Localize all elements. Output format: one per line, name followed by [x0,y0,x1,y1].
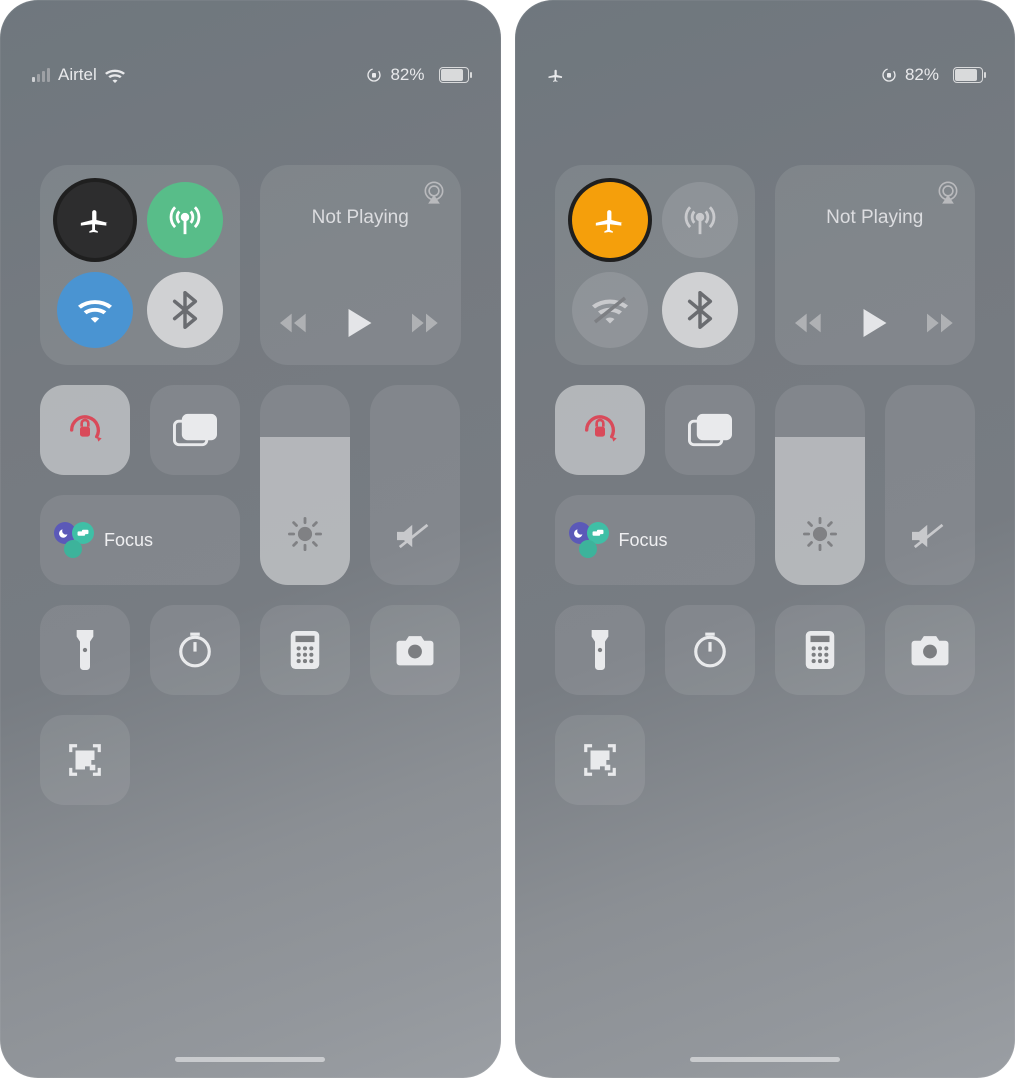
timer-icon [176,631,214,669]
focus-button[interactable]: Focus [40,495,240,585]
battery-icon [947,67,983,83]
airplay-icon[interactable] [935,179,961,205]
rewind-button[interactable] [280,312,308,334]
airplane-mode-button[interactable] [572,182,648,258]
calculator-button[interactable] [775,605,865,695]
qr-scanner-button[interactable] [40,715,130,805]
home-indicator[interactable] [690,1057,840,1062]
wifi-off-icon [592,296,628,324]
flashlight-icon [588,630,612,670]
carrier-label: Airtel [58,65,97,85]
mirroring-icon [173,413,217,447]
status-bar: 82% [515,0,1015,150]
play-button[interactable] [348,309,372,337]
camera-icon [910,634,950,666]
focus-label: Focus [104,530,153,551]
orientation-lock-button[interactable] [555,385,645,475]
battery-percent: 82% [390,65,424,85]
camera-button[interactable] [370,605,460,695]
mirroring-icon [688,413,732,447]
bluetooth-icon [687,291,713,329]
orientation-lock-status-icon [366,67,382,83]
airplay-icon[interactable] [421,179,447,205]
forward-button[interactable] [412,312,440,334]
timer-button[interactable] [150,605,240,695]
orientation-lock-status-icon [881,67,897,83]
qr-icon [581,741,619,779]
status-bar: Airtel 82% [0,0,501,150]
brightness-icon [260,517,350,551]
flashlight-icon [73,630,97,670]
qr-scanner-button[interactable] [555,715,645,805]
flashlight-button[interactable] [40,605,130,695]
airplane-icon [78,203,112,237]
airplane-mode-button[interactable] [57,182,133,258]
wifi-status-icon [105,68,125,83]
antenna-icon [168,203,202,237]
timer-button[interactable] [665,605,755,695]
volume-slider[interactable] [885,385,975,585]
wifi-button[interactable] [57,272,133,348]
volume-slider[interactable] [370,385,460,585]
focus-icon [54,520,94,560]
bluetooth-button[interactable] [662,272,738,348]
media-panel[interactable]: Not Playing [775,165,976,365]
bluetooth-icon [172,291,198,329]
wifi-button[interactable] [572,272,648,348]
calculator-icon [290,631,320,669]
rewind-button[interactable] [795,312,823,334]
airplane-status-icon [547,66,565,84]
screen-mirroring-button[interactable] [665,385,755,475]
cellular-data-button[interactable] [147,182,223,258]
screenshot-pair: Airtel 82% [0,0,1015,1078]
control-center-screen-right: 82% [515,0,1015,1078]
forward-button[interactable] [927,312,955,334]
volume-mute-icon [370,521,460,551]
calculator-icon [805,631,835,669]
qr-icon [66,741,104,779]
camera-button[interactable] [885,605,975,695]
airplane-icon [593,203,627,237]
flashlight-button[interactable] [555,605,645,695]
focus-icon [569,520,609,560]
home-indicator[interactable] [175,1057,325,1062]
screen-mirroring-button[interactable] [150,385,240,475]
volume-mute-icon [885,521,975,551]
brightness-slider[interactable] [775,385,865,585]
cellular-data-button[interactable] [662,182,738,258]
orientation-lock-icon [580,410,620,450]
now-playing-label: Not Playing [278,207,443,229]
focus-button[interactable]: Focus [555,495,755,585]
orientation-lock-button[interactable] [40,385,130,475]
camera-icon [395,634,435,666]
brightness-icon [775,517,865,551]
battery-icon [433,67,469,83]
control-center-screen-left: Airtel 82% [0,0,501,1078]
play-button[interactable] [863,309,887,337]
now-playing-label: Not Playing [793,207,958,229]
brightness-slider[interactable] [260,385,350,585]
bluetooth-button[interactable] [147,272,223,348]
orientation-lock-icon [65,410,105,450]
calculator-button[interactable] [260,605,350,695]
wifi-icon [78,297,112,323]
antenna-icon [683,203,717,237]
connectivity-panel[interactable] [40,165,240,365]
timer-icon [691,631,729,669]
focus-label: Focus [619,530,668,551]
battery-percent: 82% [905,65,939,85]
media-panel[interactable]: Not Playing [260,165,461,365]
connectivity-panel[interactable] [555,165,755,365]
cellular-signal-icon [32,68,50,82]
